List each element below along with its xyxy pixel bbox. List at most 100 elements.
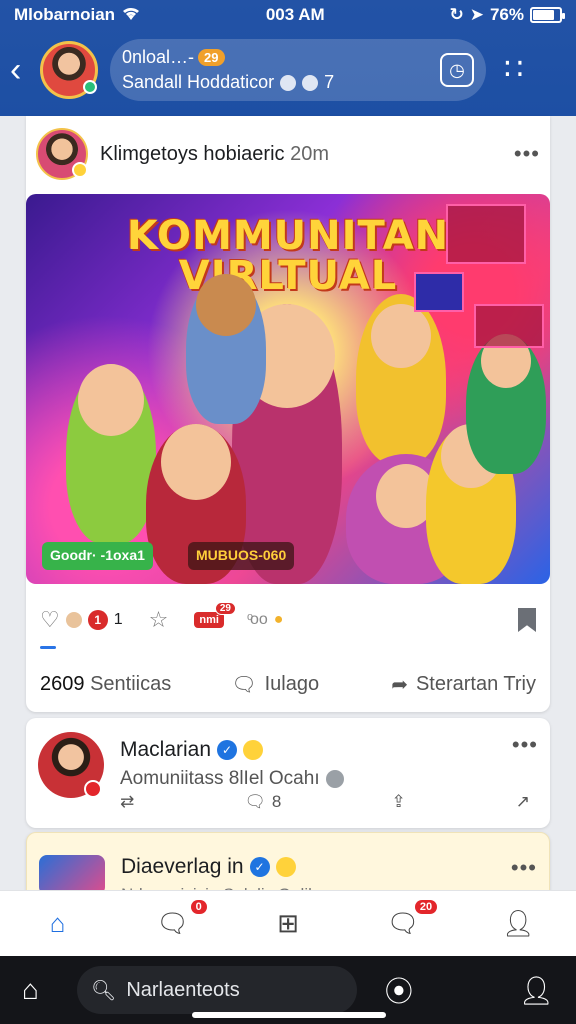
reply-button[interactable]: 🗨︎ Iulago bbox=[231, 672, 319, 697]
battery-percent: 76% bbox=[489, 5, 524, 24]
post-image[interactable]: KOMMUNITAN VIRLTUAL Goodr· -1oxa1 MUBUOS… bbox=[26, 194, 550, 584]
author-name[interactable]: Diaeverlag in bbox=[121, 855, 244, 879]
home-indicator[interactable] bbox=[192, 1012, 386, 1018]
child-far-right bbox=[466, 334, 546, 474]
stat-label: Sentiicas bbox=[90, 672, 172, 695]
post-subtitle: Aomuniitass 8lІel Ocahı bbox=[120, 768, 320, 789]
lens-icon[interactable]: ⦿ bbox=[385, 970, 413, 1010]
carrier-label: Mlobarnoian bbox=[14, 5, 116, 24]
header-avatar[interactable] bbox=[40, 41, 98, 99]
share-label: Sterartan Triy bbox=[415, 672, 536, 695]
profile-card-icon: 👤︎ bbox=[501, 908, 535, 938]
author-avatar[interactable] bbox=[36, 128, 88, 180]
post-more-icon[interactable]: ••• bbox=[514, 141, 540, 167]
location-icon: ➤ bbox=[469, 5, 484, 24]
post-stats: 2609 Sentiicas 🗨︎ Iulago ➦ Sterartan Triy bbox=[26, 664, 550, 704]
share-icon: ➦ bbox=[391, 673, 408, 696]
author-avatar[interactable] bbox=[39, 855, 105, 895]
tab-notifications[interactable]: 🗨︎ 20 bbox=[383, 899, 438, 944]
heart-icon[interactable]: ♡ bbox=[40, 607, 60, 633]
sticker-count: 29 bbox=[214, 602, 236, 615]
search-bar[interactable]: 🔍︎ bbox=[76, 966, 357, 1014]
messages-badge: 0 bbox=[190, 899, 207, 914]
header-subtitle: Sandall Hoddaticor bbox=[122, 72, 275, 92]
neon-sign-3 bbox=[474, 304, 544, 348]
header-badge: 29 bbox=[198, 49, 225, 66]
status-bar: Mlobarnoian 003 AM ↻ ➤ 76% bbox=[0, 0, 576, 30]
pin-icon bbox=[325, 770, 344, 788]
verified-icon: ✓ bbox=[249, 857, 270, 877]
profile-icon[interactable]: 👤︎ bbox=[518, 974, 554, 1007]
reactions-group[interactable]: ♡ 1 1 bbox=[40, 607, 123, 633]
tab-home[interactable]: ⌂ bbox=[38, 904, 78, 944]
author-name[interactable]: Klimgetoys hobiaeric bbox=[100, 143, 285, 165]
chat-bubble-icon: 🗨︎ bbox=[156, 908, 190, 938]
comment-badge: 1 bbox=[87, 610, 108, 630]
header-small-count: 7 bbox=[324, 72, 335, 92]
tab-bar: ⌂ 🗨︎ 0 ⊞ 🗨︎ 20 👤︎ bbox=[0, 890, 576, 956]
reaction-emoji-icon bbox=[65, 612, 82, 628]
sticker-label: nmi 29 bbox=[194, 602, 236, 628]
more-reactions-text: ͦoo bbox=[249, 611, 268, 628]
post-card: Klimgetoys hobiaeric 20m ••• KOMMUNITAN … bbox=[26, 116, 550, 712]
chat-header: ‹ 0nloal…- 29 Sandall Hoddaticor 7 ◷ ∷ bbox=[0, 30, 576, 110]
wifi-icon bbox=[121, 5, 141, 26]
emoji-icon bbox=[275, 857, 296, 877]
comment-button[interactable]: 🗨︎ 8 bbox=[244, 792, 281, 812]
reply-label: Iulago bbox=[264, 672, 320, 695]
header-title: 0nloal…- bbox=[122, 47, 195, 67]
more-reactions[interactable]: ͦoo ● bbox=[250, 611, 283, 629]
post-card: Maclarian ✓ Aomuniitass 8lІel Ocahı ••• ⇄… bbox=[26, 718, 550, 828]
bookmark-icon[interactable] bbox=[518, 608, 536, 632]
home-icon: ⌂ bbox=[49, 908, 66, 938]
search-icon: 🔍︎ bbox=[90, 979, 117, 1002]
post-more-icon[interactable]: ••• bbox=[511, 855, 537, 881]
stat-count: 2609 bbox=[40, 672, 85, 695]
tab-profile[interactable]: 👤︎ bbox=[498, 904, 538, 944]
comment-count: 8 bbox=[271, 792, 282, 811]
clock: 003 AM bbox=[265, 5, 325, 24]
search-input[interactable] bbox=[126, 978, 337, 1002]
post-header: Klimgetoys hobiaeric 20m ••• bbox=[26, 116, 550, 192]
share-icon[interactable]: ↗ bbox=[516, 792, 530, 812]
more-grid-icon[interactable]: ∷ bbox=[504, 55, 525, 85]
reaction-icon bbox=[280, 74, 297, 91]
sticker-text: nmi bbox=[199, 614, 219, 626]
battery-fill bbox=[533, 10, 555, 20]
upload-icon[interactable]: ⇪ bbox=[391, 792, 405, 812]
sync-icon: ↻ bbox=[449, 5, 464, 24]
tab-messages[interactable]: 🗨︎ 0 bbox=[153, 899, 207, 944]
star-icon[interactable]: ☆ bbox=[149, 607, 169, 633]
author-avatar[interactable] bbox=[38, 732, 104, 798]
fox-mascot bbox=[186, 274, 266, 424]
tab-apps[interactable]: ⊞ bbox=[268, 904, 308, 944]
badge-dot bbox=[72, 162, 88, 178]
neon-sign-1 bbox=[446, 204, 526, 264]
battery-icon bbox=[530, 7, 565, 23]
carousel-indicator bbox=[40, 646, 56, 649]
dot-icon: ● bbox=[273, 611, 284, 628]
back-chevron-icon[interactable]: ‹ bbox=[10, 53, 36, 87]
notifications-badge: 20 bbox=[414, 899, 438, 914]
timer-icon[interactable]: ◷ bbox=[440, 53, 474, 87]
share-button[interactable]: ➦ Sterartan Triy bbox=[391, 672, 536, 697]
apps-icon: ⊞ bbox=[277, 908, 299, 938]
author-name[interactable]: Maclarian bbox=[120, 738, 211, 762]
notification-bubble-icon: 🗨︎ bbox=[386, 908, 420, 938]
child-left bbox=[66, 364, 156, 544]
post-time: 20m bbox=[290, 142, 329, 165]
online-indicator bbox=[83, 80, 97, 94]
banner-chip-green: Goodr· -1oxa1 bbox=[42, 542, 153, 570]
repost-icon[interactable]: ⇄ bbox=[120, 792, 134, 812]
banner-chip-dark: MUBUOS-060 bbox=[188, 542, 295, 570]
badge-dot bbox=[84, 780, 102, 798]
smile-emoji-icon bbox=[243, 740, 264, 760]
child-yellow-cap bbox=[356, 294, 446, 464]
home-icon[interactable]: ⌂ bbox=[22, 974, 39, 1006]
sticker-button[interactable]: nmi 29 bbox=[194, 602, 236, 628]
like-count: 1 bbox=[113, 611, 123, 628]
header-title-pill[interactable]: 0nloal…- 29 Sandall Hoddaticor 7 ◷ bbox=[110, 39, 486, 101]
verified-icon: ✓ bbox=[217, 740, 238, 760]
post-more-icon[interactable]: ••• bbox=[512, 732, 538, 758]
top-bar: Mlobarnoian 003 AM ↻ ➤ 76% ‹ 0nloal…- 29 … bbox=[0, 0, 576, 116]
